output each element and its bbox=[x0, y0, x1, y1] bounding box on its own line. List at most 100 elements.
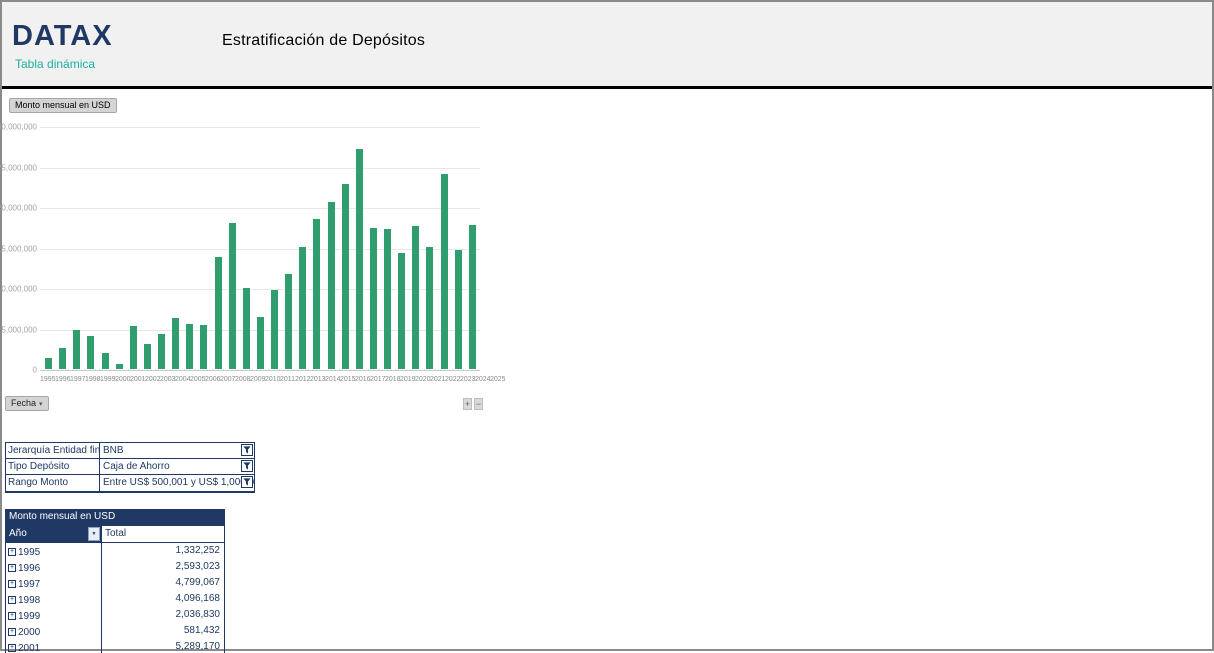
filter-field-label: Tipo Depósito bbox=[6, 459, 100, 474]
logo: DATAX bbox=[12, 22, 113, 51]
bar-1999 bbox=[102, 353, 109, 369]
x-tick-label: 2010 bbox=[265, 376, 280, 383]
bar-2011 bbox=[271, 290, 278, 369]
filter-selected-value: Caja de Ahorro bbox=[100, 459, 254, 474]
bar-2014 bbox=[313, 219, 320, 369]
bar-2010 bbox=[257, 317, 264, 369]
pivot-year-cell: +2000 bbox=[6, 623, 101, 639]
collapse-field-button[interactable]: − bbox=[474, 398, 483, 410]
year-label: 1997 bbox=[18, 579, 40, 590]
chart-value-field-button[interactable]: Monto mensual en USD bbox=[9, 98, 117, 113]
row-filter-dropdown-button[interactable]: ▼ bbox=[88, 527, 100, 541]
x-tick-label: 2006 bbox=[205, 376, 220, 383]
pivot-filter-table: Jerarquía Entidad financieraBNBTipo Depó… bbox=[5, 442, 255, 493]
x-tick-label: 2013 bbox=[310, 376, 325, 383]
chart-axis-field-button[interactable]: Fecha▾ bbox=[5, 396, 49, 411]
bar-2019 bbox=[384, 229, 391, 369]
bar-series bbox=[40, 127, 480, 369]
bar-2003 bbox=[158, 334, 165, 369]
total-value-cell: 4,096,168 bbox=[101, 591, 224, 607]
table-row: +19992,036,830 bbox=[6, 607, 224, 623]
year-label: 2001 bbox=[18, 643, 40, 653]
expand-row-button[interactable]: + bbox=[8, 580, 16, 588]
bar-2006 bbox=[200, 325, 207, 369]
x-tick-label: 2000 bbox=[115, 376, 130, 383]
total-value-cell: 4,799,067 bbox=[101, 575, 224, 591]
page-title: Estratificación de Depósitos bbox=[222, 32, 425, 50]
year-label: 1995 bbox=[18, 547, 40, 558]
x-tick-label: 2018 bbox=[385, 376, 400, 383]
filter-field-label: Rango Monto bbox=[6, 475, 100, 491]
x-tick-label: 2021 bbox=[430, 376, 445, 383]
x-tick-label: 1998 bbox=[85, 376, 100, 383]
table-row: +2000581,432 bbox=[6, 623, 224, 639]
x-tick-label: 1997 bbox=[70, 376, 85, 383]
x-tick-label: 2014 bbox=[325, 376, 340, 383]
bar-2004 bbox=[172, 318, 179, 369]
expand-field-button[interactable]: + bbox=[463, 398, 472, 410]
bar-2024 bbox=[455, 250, 462, 369]
bar-2001 bbox=[130, 326, 137, 369]
bar-1996 bbox=[59, 348, 66, 369]
pivot-year-cell: +1998 bbox=[6, 591, 101, 607]
expand-row-button[interactable]: + bbox=[8, 548, 16, 556]
year-label: 2000 bbox=[18, 627, 40, 638]
bar-2012 bbox=[285, 274, 292, 369]
chevron-down-icon: ▾ bbox=[39, 401, 43, 408]
bar-2007 bbox=[215, 257, 222, 369]
y-tick-label: 30,000,000 bbox=[0, 123, 37, 132]
x-tick-label: 2008 bbox=[235, 376, 250, 383]
bar-1998 bbox=[87, 336, 94, 369]
x-tick-label: 2022 bbox=[445, 376, 460, 383]
pivot-year-cell: +1999 bbox=[6, 607, 101, 623]
bar-2025 bbox=[469, 225, 476, 369]
pivot-row-header-cell: Año ▼ bbox=[6, 526, 101, 542]
filter-row: Tipo DepósitoCaja de Ahorro bbox=[6, 459, 254, 475]
x-tick-label: 2015 bbox=[340, 376, 355, 383]
y-tick-label: 5,000,000 bbox=[1, 326, 37, 335]
pivot-year-cell: +1995 bbox=[6, 543, 101, 559]
pivot-table-header-row: Año ▼ Total bbox=[6, 526, 224, 543]
chart-axis-field-label: Fecha bbox=[11, 398, 36, 408]
expand-row-button[interactable]: + bbox=[8, 596, 16, 604]
x-tick-label: 2012 bbox=[295, 376, 310, 383]
x-tick-label: 2017 bbox=[370, 376, 385, 383]
filter-funnel-icon[interactable] bbox=[241, 444, 253, 456]
table-row: +19951,332,252 bbox=[6, 543, 224, 559]
bar-2000 bbox=[116, 364, 123, 369]
x-tick-label: 2011 bbox=[280, 376, 295, 383]
logo-subtitle: Tabla dinámica bbox=[15, 57, 95, 71]
bar-2015 bbox=[328, 202, 335, 369]
bar-2013 bbox=[299, 247, 306, 369]
expand-row-button[interactable]: + bbox=[8, 612, 16, 620]
pivot-table-body: +19951,332,252+19962,593,023+19974,799,0… bbox=[6, 543, 224, 653]
filter-funnel-icon[interactable] bbox=[241, 476, 253, 488]
expand-row-button[interactable]: + bbox=[8, 564, 16, 572]
x-tick-label: 2001 bbox=[130, 376, 145, 383]
bar-2005 bbox=[186, 324, 193, 369]
filter-selected-value: Entre US$ 500,001 y US$ 1,000,000 bbox=[100, 475, 254, 491]
gridline bbox=[40, 370, 480, 371]
bar-2023 bbox=[441, 174, 448, 369]
x-tick-label: 2025 bbox=[490, 376, 505, 383]
pivot-table: Monto mensual en USD Año ▼ Total +19951,… bbox=[5, 509, 225, 653]
x-tick-label: 2003 bbox=[160, 376, 175, 383]
bar-2002 bbox=[144, 344, 151, 369]
filter-selected-value: BNB bbox=[100, 443, 254, 458]
x-tick-label: 2016 bbox=[355, 376, 370, 383]
x-tick-label: 2009 bbox=[250, 376, 265, 383]
filter-funnel-icon[interactable] bbox=[241, 460, 253, 472]
expand-row-button[interactable]: + bbox=[8, 628, 16, 636]
bar-2016 bbox=[342, 184, 349, 369]
bar-2017 bbox=[356, 149, 363, 369]
filter-row: Jerarquía Entidad financieraBNB bbox=[6, 443, 254, 459]
bar-2022 bbox=[426, 247, 433, 369]
bar-1997 bbox=[73, 330, 80, 369]
bar-1995 bbox=[45, 358, 52, 369]
pivot-row-header-label: Año bbox=[9, 528, 27, 539]
year-label: 1999 bbox=[18, 611, 40, 622]
bar-2009 bbox=[243, 288, 250, 369]
y-tick-label: 15,000,000 bbox=[0, 245, 37, 254]
x-tick-label: 2023 bbox=[460, 376, 475, 383]
header-band: DATAX Tabla dinámica Estratificación de … bbox=[2, 2, 1212, 89]
